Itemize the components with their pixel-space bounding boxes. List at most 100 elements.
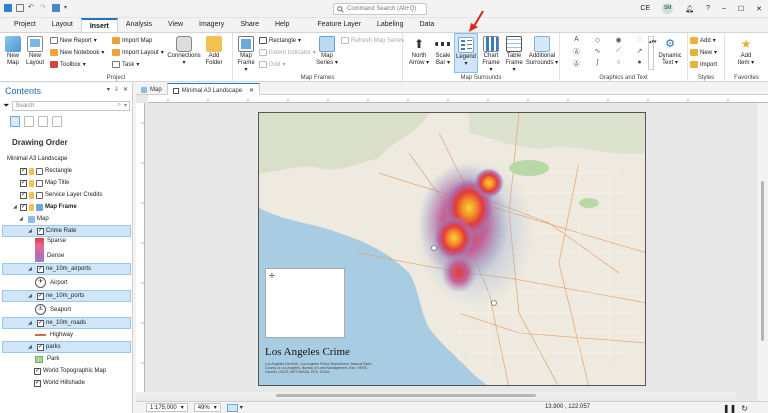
- new-project-icon[interactable]: [16, 4, 24, 12]
- lock-icon[interactable]: [29, 167, 34, 175]
- toolbox-button[interactable]: Toolbox ▾: [50, 61, 86, 68]
- text-icon[interactable]: A: [566, 36, 587, 47]
- snapping-view-icon[interactable]: [52, 116, 62, 127]
- filter-icon[interactable]: ⏷: [3, 101, 9, 111]
- tree-item-map-title[interactable]: ✓ Map Title: [0, 177, 133, 189]
- marker-icon[interactable]: ◉: [608, 36, 629, 47]
- freehand-icon[interactable]: ∫: [587, 59, 608, 70]
- table-frame-button[interactable]: Table Frame ▾: [503, 36, 525, 74]
- task-button[interactable]: Task ▾: [112, 61, 139, 68]
- world-hillshade-checkbox[interactable]: ✓: [34, 379, 41, 387]
- scale-selector[interactable]: 1:175,000 ▾: [146, 403, 188, 412]
- data-source-view-icon[interactable]: [38, 116, 48, 127]
- tree-layer-ports[interactable]: ◢ ✓ ne_10m_ports: [2, 290, 131, 302]
- tree-layer-crime-rate[interactable]: ◢ ✓ Crime Rate: [2, 225, 131, 237]
- save-icon[interactable]: [52, 4, 60, 12]
- north-arrow-button[interactable]: ⬆ North Arrow ▾: [407, 36, 431, 67]
- view-tab-map[interactable]: Map: [136, 83, 167, 95]
- add-item-button[interactable]: ★ Add Item ▾: [733, 36, 759, 67]
- vertical-scroll-thumb[interactable]: [761, 181, 764, 341]
- extent-indicator-button[interactable]: Extent Indicator ▾: [259, 49, 316, 56]
- tree-item-layout[interactable]: Minimal A3 Landscape: [0, 153, 133, 165]
- new-style-button[interactable]: New ▾: [690, 49, 717, 56]
- graphics-gallery[interactable]: A ◇ ◉ ◌ Ⓐ ∿ ⟋ ↗ Ⓐ ∫ ○ ●: [566, 36, 650, 70]
- close-icon[interactable]: ✕: [249, 87, 254, 94]
- connections-button[interactable]: Connections ▾: [166, 36, 202, 67]
- line-icon[interactable]: ∿: [587, 47, 608, 58]
- legend-button[interactable]: Legend ▾: [454, 33, 478, 73]
- tree-layer-parks[interactable]: ◢ ✓ parks: [2, 341, 131, 353]
- zoom-selector[interactable]: 49% ▾: [193, 403, 221, 412]
- lock-icon[interactable]: [29, 191, 34, 199]
- tree-item-map[interactable]: ◢ Map: [0, 213, 133, 225]
- tab-labeling[interactable]: Labeling: [369, 18, 411, 32]
- contents-search-input[interactable]: Search ⌕ ▾: [12, 100, 130, 111]
- rectangle-button[interactable]: Rectangle ▾: [259, 37, 301, 44]
- chevron-down-icon[interactable]: ▾: [124, 102, 127, 109]
- layout-page[interactable]: ✛ Los Angeles Crime Los Angeles GeoHub, …: [258, 112, 646, 386]
- notification-bell-icon[interactable]: 🔔︎: [685, 5, 694, 13]
- undo-icon[interactable]: ↶: [28, 4, 36, 12]
- ports-checkbox[interactable]: ✓: [37, 292, 44, 300]
- tab-insert[interactable]: Insert: [80, 18, 118, 32]
- import-layout-button[interactable]: Import Layout ▾: [112, 49, 164, 56]
- collapse-triangle-icon[interactable]: ◢: [28, 344, 32, 350]
- page-view-icon[interactable]: [226, 403, 238, 412]
- tab-imagery[interactable]: Imagery: [191, 18, 232, 32]
- line-text-icon[interactable]: ⟋: [608, 47, 629, 58]
- pane-options-icon[interactable]: ▾: [107, 86, 110, 93]
- redo-icon[interactable]: ↷: [40, 4, 48, 12]
- parks-checkbox[interactable]: ✓: [37, 343, 44, 351]
- lock-icon[interactable]: [29, 179, 34, 187]
- collapse-triangle-icon[interactable]: ◢: [28, 320, 32, 326]
- selection-view-icon[interactable]: [24, 116, 34, 127]
- tree-item-map-frame[interactable]: ◢ ✓ Map Frame: [0, 201, 133, 213]
- map-title[interactable]: Los Angeles Crime: [265, 346, 350, 358]
- view-tab-layout[interactable]: Minimal A3 Landscape ✕: [166, 83, 261, 95]
- map-series-button[interactable]: Map Series ▾: [315, 36, 339, 67]
- scale-bar-button[interactable]: Scale Bar ▾: [433, 36, 453, 67]
- tree-layer-world-topo[interactable]: ✓ World Topographic Map: [0, 365, 133, 377]
- horizontal-scroll-thumb[interactable]: [276, 394, 536, 397]
- maximize-button[interactable]: ☐: [738, 5, 744, 13]
- import-style-button[interactable]: Import: [690, 61, 717, 68]
- grid-button[interactable]: Grid ▾: [259, 61, 285, 68]
- horizontal-scrollbar[interactable]: [136, 392, 736, 399]
- tab-layout[interactable]: Layout: [44, 18, 81, 32]
- collapse-triangle-icon[interactable]: ◢: [28, 266, 32, 272]
- vertical-scrollbar[interactable]: [759, 103, 766, 391]
- user-initials[interactable]: CE: [640, 5, 650, 12]
- collapse-triangle-icon[interactable]: ◢: [28, 228, 32, 234]
- tab-feature-layer[interactable]: Feature Layer: [309, 18, 369, 32]
- refresh-map-series-button[interactable]: Refresh Map Series: [341, 37, 404, 44]
- point-icon[interactable]: ●: [629, 59, 650, 70]
- close-button[interactable]: ✕: [756, 5, 762, 13]
- pause-drawing-icon[interactable]: ❚❚: [723, 404, 736, 413]
- tree-layer-roads[interactable]: ◢ ✓ ne_10m_roads: [2, 317, 131, 329]
- tab-share[interactable]: Share: [232, 18, 267, 32]
- tab-view[interactable]: View: [160, 18, 191, 32]
- help-button[interactable]: ?: [706, 5, 710, 12]
- tree-layer-world-hillshade[interactable]: ✓ World Hillshade: [0, 377, 133, 389]
- dynamic-text-button[interactable]: ⚙ Dynamic Text ▾: [656, 36, 684, 67]
- world-topo-checkbox[interactable]: ✓: [34, 367, 41, 375]
- collapse-triangle-icon[interactable]: ◢: [13, 204, 17, 210]
- tree-layer-airports[interactable]: ◢ ✓ ne_10m_airports: [2, 263, 131, 275]
- add-style-button[interactable]: Add ▾: [690, 37, 716, 44]
- crime-rate-checkbox[interactable]: ✓: [37, 227, 44, 235]
- point-text-icon[interactable]: Ⓐ: [566, 59, 587, 70]
- tree-item-rectangle[interactable]: ✓ Rectangle: [0, 165, 133, 177]
- tab-data[interactable]: Data: [411, 18, 442, 32]
- add-folder-button[interactable]: Add Folder: [203, 36, 225, 67]
- tab-project[interactable]: Project: [6, 18, 44, 32]
- polygon-icon[interactable]: ◇: [587, 36, 608, 47]
- chevron-down-icon[interactable]: ▾: [240, 404, 243, 411]
- airports-checkbox[interactable]: ✓: [37, 265, 44, 273]
- roads-checkbox[interactable]: ✓: [37, 319, 44, 327]
- rectangle-checkbox[interactable]: ✓: [20, 167, 27, 175]
- credits-checkbox[interactable]: ✓: [20, 191, 27, 199]
- collapse-triangle-icon[interactable]: ◢: [28, 293, 32, 299]
- tree-item-service-layer-credits[interactable]: ✓ Service Layer Credits: [0, 189, 133, 201]
- lock-icon[interactable]: [29, 203, 34, 211]
- drawing-order-view-icon[interactable]: [10, 116, 20, 127]
